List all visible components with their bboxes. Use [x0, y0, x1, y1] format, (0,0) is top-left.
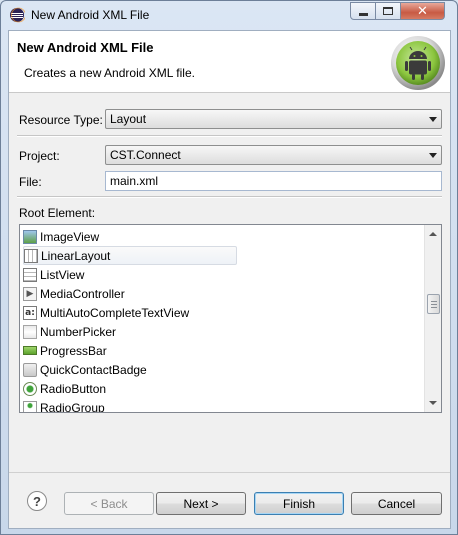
finish-button[interactable]: Finish [254, 492, 344, 515]
resource-type-dropdown[interactable]: Layout [105, 109, 442, 129]
list-item-label: RadioButton [40, 381, 107, 396]
grip-icon [431, 307, 437, 308]
resource-type-label: Resource Type: [19, 113, 103, 127]
list-item[interactable]: NumberPicker [23, 322, 423, 341]
scroll-down-icon[interactable] [429, 401, 437, 405]
cancel-button-label: Cancel [377, 496, 416, 511]
close-button[interactable]: ✕ [401, 2, 445, 20]
contactbadge-icon [23, 362, 37, 377]
dialog-window: New Android XML File ✕ New Android XML F… [0, 0, 458, 535]
maximize-icon [383, 7, 393, 15]
list-item[interactable]: ▶ MediaController [23, 284, 423, 303]
next-button[interactable]: Next > [156, 492, 246, 515]
progressbar-icon [23, 346, 37, 355]
back-button-label: < Back [90, 496, 128, 511]
list-item[interactable]: RadioButton [23, 379, 423, 398]
resource-type-value: Layout [110, 112, 147, 126]
list-item[interactable]: LinearLayout [23, 246, 237, 265]
scrollbar-thumb[interactable] [427, 294, 440, 314]
next-button-label: Next > [183, 496, 219, 511]
project-value: CST.Connect [110, 148, 181, 162]
list-item-label: LinearLayout [41, 248, 111, 263]
list-item-label: MultiAutoCompleteTextView [40, 305, 190, 320]
page-title: New Android XML File [17, 40, 154, 55]
list-item[interactable]: QuickContactBadge [23, 360, 423, 379]
list-item[interactable]: ProgressBar [23, 341, 423, 360]
listview-icon [23, 267, 37, 282]
radiobutton-icon [23, 381, 37, 396]
project-label: Project: [19, 149, 60, 163]
minimize-icon [358, 12, 368, 16]
list-item[interactable]: ImageView [23, 227, 423, 246]
autocomplete-icon: a: [23, 305, 37, 320]
list-item-label: ImageView [40, 229, 100, 244]
close-icon: ✕ [417, 3, 428, 18]
mediacontroller-icon: ▶ [23, 286, 37, 301]
grip-icon [431, 301, 437, 302]
imageview-icon [23, 229, 37, 244]
chevron-down-icon [429, 153, 437, 158]
finish-button-label: Finish [282, 496, 315, 511]
dialog-body: New Android XML File Creates a new Andro… [8, 30, 451, 529]
list-item-label: RadioGroup [40, 400, 105, 413]
list-scrollbar[interactable] [424, 225, 441, 412]
divider [17, 196, 442, 198]
title-bar[interactable]: New Android XML File ✕ [1, 1, 457, 29]
list-item[interactable]: a: MultiAutoCompleteTextView [23, 303, 423, 322]
list-item[interactable]: RadioGroup [23, 398, 423, 413]
chevron-down-icon [429, 117, 437, 122]
numberpicker-icon [23, 324, 37, 339]
cancel-button[interactable]: Cancel [351, 492, 442, 515]
eclipse-icon [10, 7, 25, 23]
grip-icon [431, 304, 437, 305]
divider [17, 135, 442, 137]
radiogroup-icon [23, 400, 37, 412]
root-element-label: Root Element: [19, 206, 96, 220]
window-title: New Android XML File [31, 8, 150, 22]
file-field[interactable] [105, 171, 442, 191]
maximize-button[interactable] [376, 2, 401, 20]
file-label: File: [19, 175, 42, 189]
back-button[interactable]: < Back [64, 492, 154, 515]
list-item[interactable]: ListView [23, 265, 423, 284]
help-button[interactable]: ? [27, 491, 47, 511]
list-item-label: MediaController [40, 286, 125, 301]
list-item-label: QuickContactBadge [40, 362, 147, 377]
divider [9, 472, 450, 473]
project-dropdown[interactable]: CST.Connect [105, 145, 442, 165]
linearlayout-icon [24, 248, 38, 263]
android-logo-icon [391, 36, 445, 90]
page-description: Creates a new Android XML file. [24, 66, 195, 80]
list-item-label: ListView [40, 267, 85, 282]
wizard-header: New Android XML File Creates a new Andro… [9, 31, 450, 93]
minimize-button[interactable] [350, 2, 376, 20]
scroll-up-icon[interactable] [429, 232, 437, 236]
root-element-list[interactable]: ImageView LinearLayout ListView ▶ MediaC… [19, 224, 442, 413]
list-item-label: NumberPicker [40, 324, 117, 339]
help-icon: ? [33, 493, 41, 509]
list-item-label: ProgressBar [40, 343, 107, 358]
